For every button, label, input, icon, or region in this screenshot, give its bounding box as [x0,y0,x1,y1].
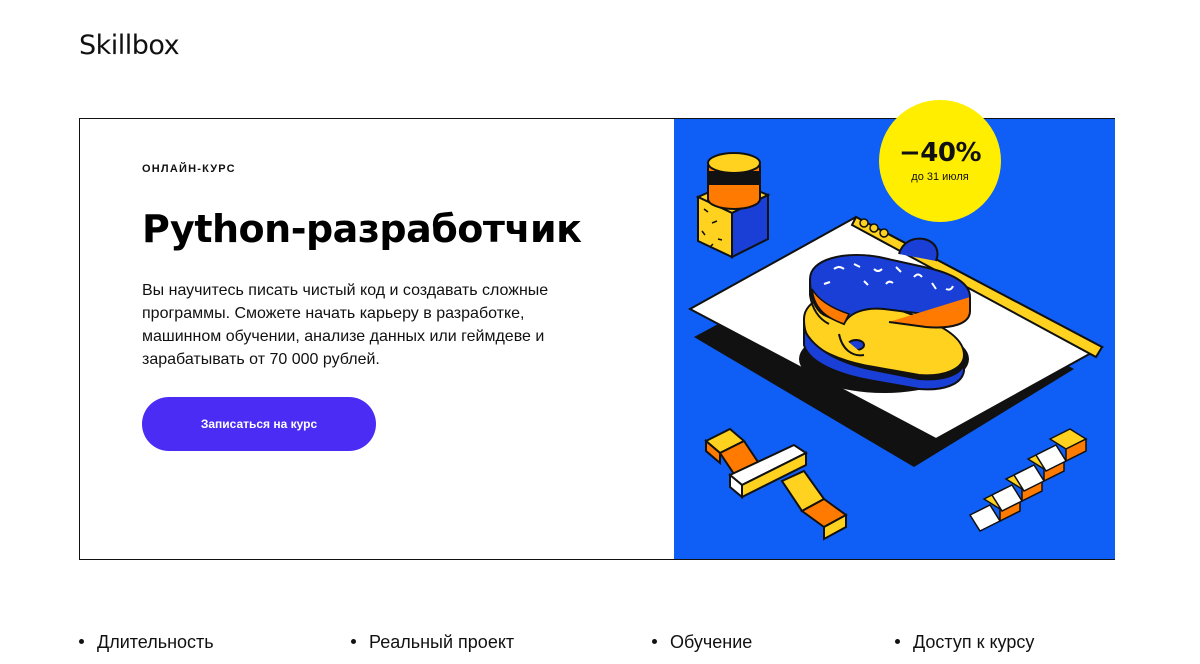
stairs-graphic [968,428,1088,532]
bullet-icon [895,638,900,644]
discount-value: −40% [898,138,982,168]
feature-real-project: Реальный проект [351,632,514,653]
feature-label: Обучение [670,632,753,652]
hero-text-panel: ОНЛАЙН-КУРС Python-разработчик Вы научит… [80,119,674,559]
discount-deadline: до 31 июля [911,171,969,183]
course-description: Вы научитесь писать чистый код и создава… [142,282,549,368]
feature-course-access: Доступ к курсу [895,632,1034,653]
python-logo-icon [799,237,972,393]
feature-label: Длительность [97,632,214,652]
cube-with-cylinder-icon [695,152,771,259]
course-title: Python-разработчик [142,207,582,251]
course-features-list: Длительность Реальный проект Обучение До… [79,632,1119,664]
feature-label: Реальный проект [369,632,515,652]
bullet-icon [79,638,84,644]
feature-duration: Длительность [79,632,214,653]
course-type-label: ОНЛАЙН-КУРС [142,163,236,175]
feature-training: Обучение [652,632,752,653]
enroll-button[interactable]: Записаться на курс [142,397,376,451]
bullet-icon [351,638,356,644]
skillbox-logo[interactable]: Skillbox [79,30,180,61]
bullet-icon [652,638,657,644]
feature-label: Доступ к курсу [913,632,1035,652]
code-brackets-graphic [704,427,848,541]
discount-badge: −40% до 31 июля [879,100,1001,222]
